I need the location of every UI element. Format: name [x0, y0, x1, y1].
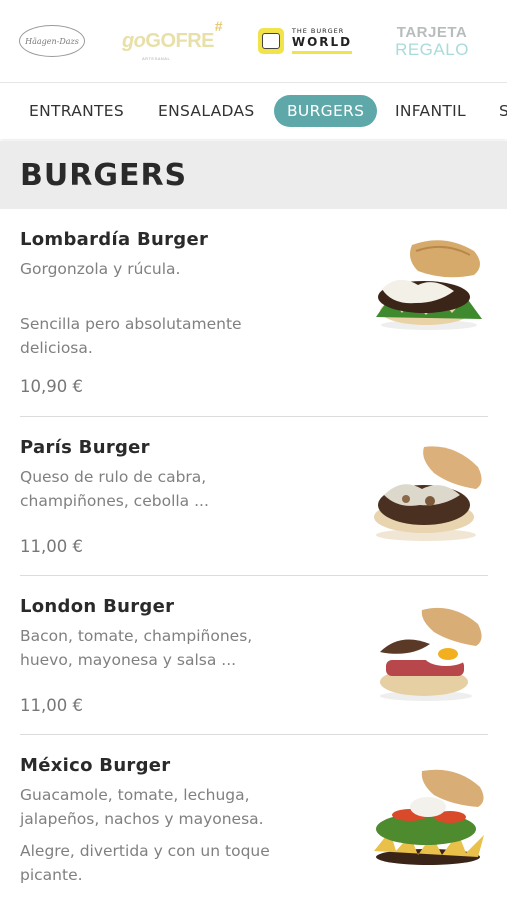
item-divider — [20, 575, 488, 576]
tarjeta-regalo-link[interactable]: TARJETA REGALO — [384, 0, 480, 82]
tab-infantil[interactable]: INFANTIL — [395, 95, 466, 127]
burger-world-underline — [291, 51, 352, 55]
burger-image — [374, 769, 484, 865]
item-description-extra: Sencilla pero absolutamente deliciosa. — [20, 315, 242, 357]
burger-image — [374, 446, 482, 541]
item-name: París Burger — [20, 437, 150, 458]
item-description: Guacamole, tomate, lechuga, jalapeños, n… — [20, 786, 264, 828]
section-heading: BURGERS — [0, 141, 507, 209]
burger-world-line1: THE BURGER — [291, 26, 345, 35]
burger-world-icon — [257, 28, 284, 54]
brand-bar: Häagen-Dazs goGOFRE # ARTESANAL THE BURG… — [0, 0, 507, 83]
haagen-dazs-logo-text: Häagen-Dazs — [19, 25, 85, 57]
section-title: BURGERS — [20, 158, 188, 193]
tab-ensaladas[interactable]: ENSALADAS — [158, 95, 255, 127]
item-description: Gorgonzola y rúcula. — [20, 260, 181, 278]
item-description: Bacon, tomate, champiñones, huevo, mayon… — [20, 627, 253, 669]
burger-image — [380, 607, 482, 701]
item-name: London Burger — [20, 596, 175, 617]
item-name: Lombardía Burger — [20, 229, 209, 250]
item-price: 11,00 € — [20, 537, 83, 556]
gogofre-gofre: GOFRE — [145, 29, 215, 52]
burger-world-line2: WORLD — [291, 35, 353, 50]
item-description-extra: Alegre, divertida y con un toque picante… — [20, 842, 270, 884]
burger-image — [376, 240, 482, 330]
item-name: México Burger — [20, 755, 171, 776]
gogofre-subtitle: ARTESANAL — [141, 55, 171, 61]
tarjeta-line1: TARJETA — [396, 23, 468, 41]
haagen-dazs-logo[interactable]: Häagen-Dazs — [14, 0, 90, 82]
gogofre-hash: # — [214, 17, 223, 34]
burger-world-logo[interactable]: THE BURGER WORLD — [250, 0, 360, 82]
gogofre-go: go — [121, 29, 146, 52]
tab-burgers[interactable]: BURGERS — [274, 95, 378, 127]
item-price: 10,90 € — [20, 377, 83, 396]
tarjeta-line2: REGALO — [395, 39, 469, 59]
item-divider — [20, 734, 488, 735]
item-price: 11,00 € — [20, 696, 83, 715]
category-tabs: ENTRANTES ENSALADAS BURGERS INFANTIL S — [0, 84, 507, 139]
item-description: Queso de rulo de cabra, champiñones, ceb… — [20, 468, 209, 510]
item-divider — [20, 416, 488, 417]
gogofre-logo[interactable]: goGOFRE # ARTESANAL — [118, 0, 223, 82]
tab-next-partial[interactable]: S — [499, 95, 507, 127]
tab-entrantes[interactable]: ENTRANTES — [29, 95, 124, 127]
